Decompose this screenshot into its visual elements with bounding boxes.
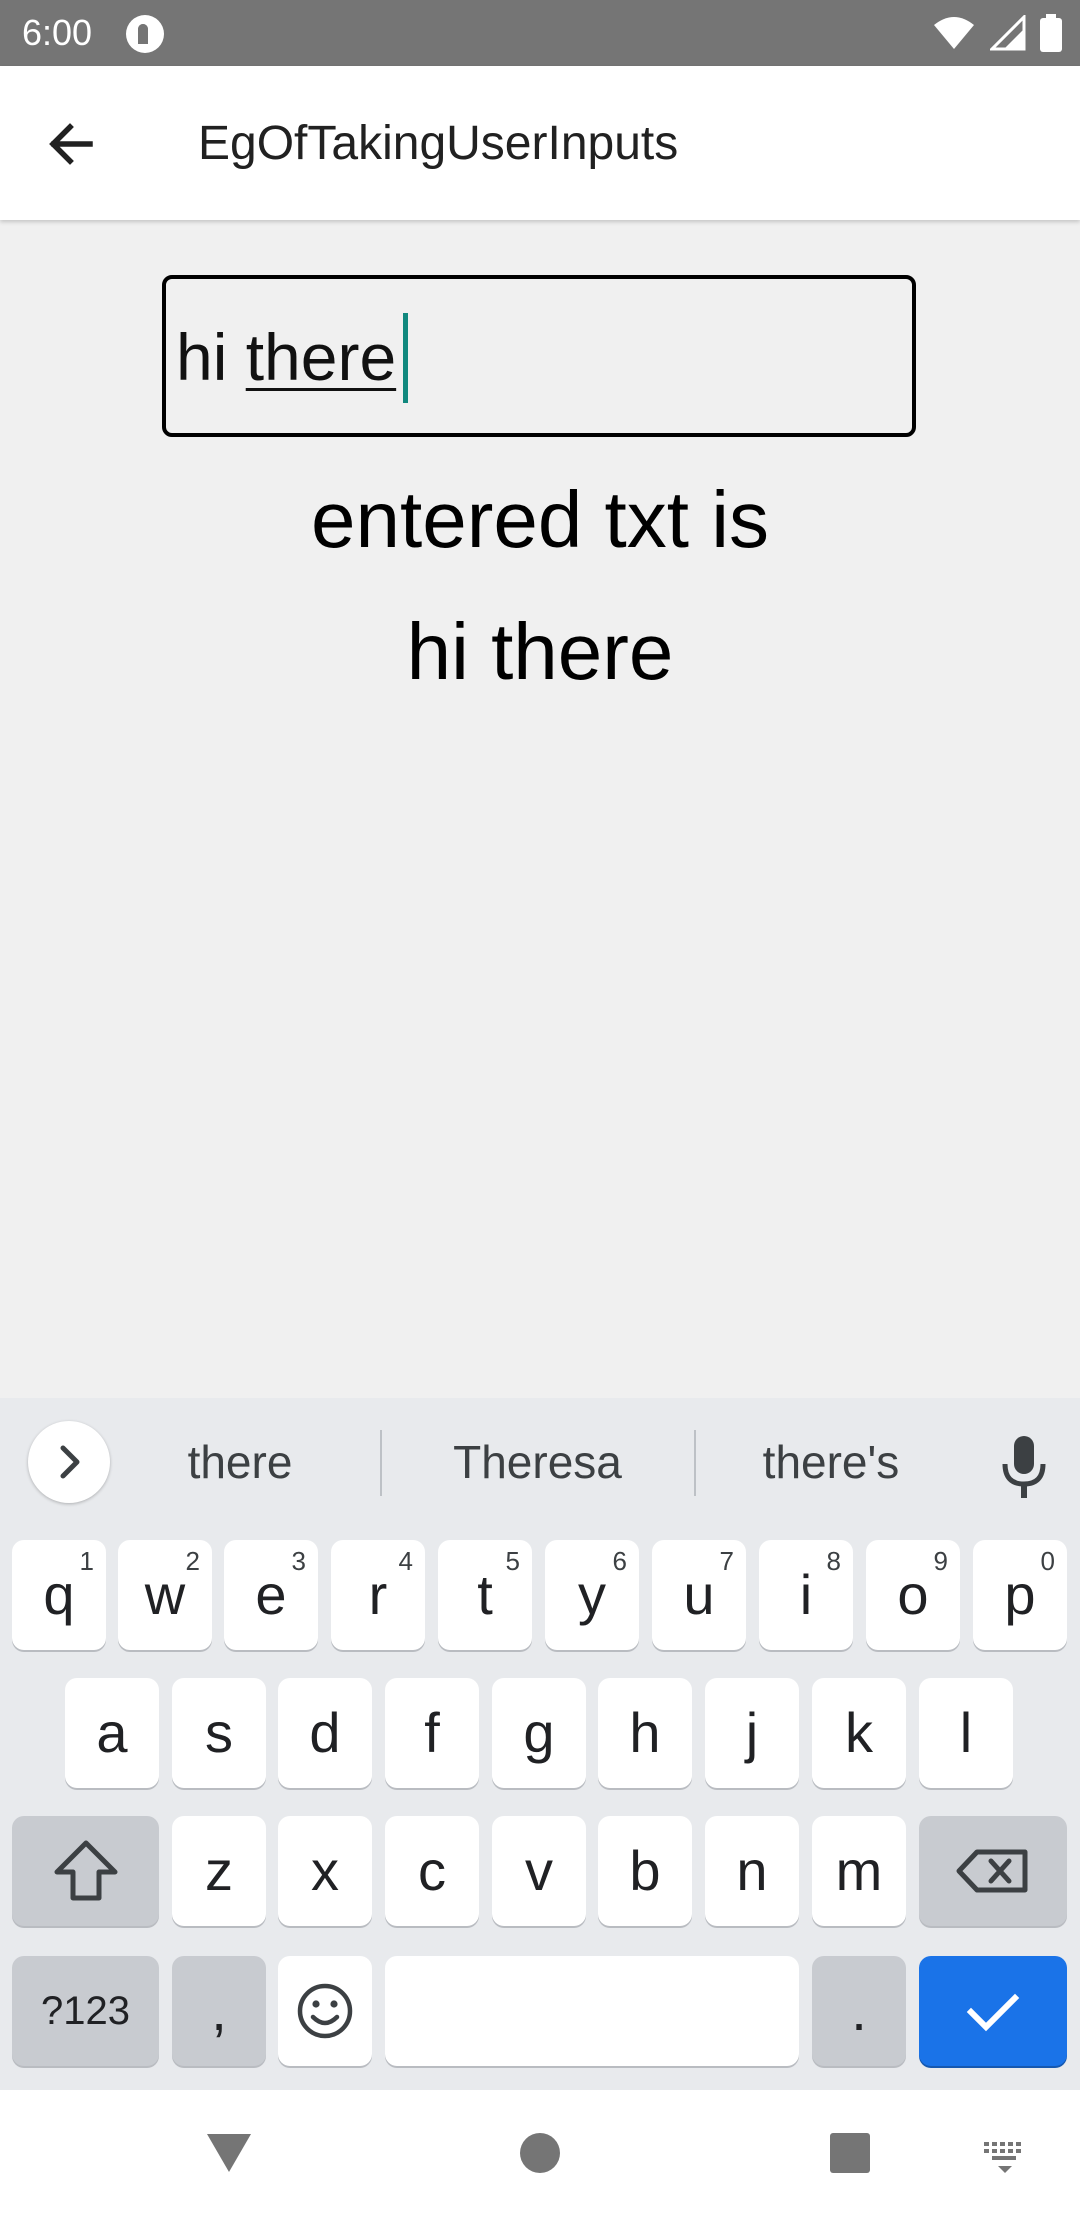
key-r[interactable]: r4 (331, 1540, 425, 1650)
navigation-bar (0, 2090, 1080, 2220)
keyboard-switch-icon[interactable] (982, 2140, 1028, 2176)
entered-text-label: entered txt is (310, 475, 769, 564)
backspace-key[interactable] (919, 1816, 1067, 1926)
chevron-right-icon (60, 1445, 80, 1479)
key-label: y (578, 1563, 606, 1626)
key-hint: 6 (612, 1546, 627, 1576)
suggestion-3[interactable]: there's (726, 1434, 936, 1490)
shift-icon (54, 1840, 117, 1901)
key-hint: 8 (826, 1546, 841, 1576)
key-hint: 5 (505, 1546, 520, 1576)
period-key[interactable]: . (812, 1956, 906, 2066)
key-u[interactable]: u7 (652, 1540, 746, 1650)
key-g[interactable]: g (492, 1678, 586, 1788)
wifi-icon (934, 17, 974, 49)
key-label: u (683, 1563, 715, 1626)
key-i[interactable]: i8 (759, 1540, 853, 1650)
status-time: 6:00 (22, 12, 93, 53)
key-c[interactable]: c (385, 1816, 479, 1926)
key-z[interactable]: z (172, 1816, 266, 1926)
key-q[interactable]: q1 (12, 1540, 106, 1650)
key-hint: 4 (398, 1546, 413, 1576)
battery-icon (1040, 14, 1062, 52)
home-circle-icon[interactable] (519, 2132, 561, 2174)
checkmark-icon (966, 1993, 1020, 2032)
app-title: EgOfTakingUserInputs (198, 117, 679, 170)
key-label: r (368, 1563, 388, 1626)
suggestion-divider (694, 1430, 696, 1496)
text-input[interactable]: hi there (162, 275, 916, 437)
notification-p-icon (126, 15, 164, 53)
backspace-icon (956, 1849, 1028, 1893)
key-b[interactable]: b (598, 1816, 692, 1926)
text-caret (403, 313, 408, 403)
suggestion-expand-button[interactable] (28, 1421, 110, 1503)
key-hint: 2 (185, 1546, 200, 1576)
input-value-composing: there (245, 320, 397, 394)
key-s[interactable]: s (172, 1678, 266, 1788)
symbols-key[interactable]: ?123 (12, 1956, 159, 2066)
key-p[interactable]: p0 (973, 1540, 1067, 1650)
key-label: t (477, 1563, 493, 1626)
key-hint: 7 (719, 1546, 734, 1576)
microphone-icon[interactable] (996, 1432, 1052, 1502)
suggestion-2[interactable]: Theresa (420, 1434, 655, 1490)
key-label: o (897, 1563, 929, 1626)
key-d[interactable]: d (278, 1678, 372, 1788)
recents-square-icon[interactable] (829, 2132, 871, 2174)
key-x[interactable]: x (278, 1816, 372, 1926)
key-e[interactable]: e3 (224, 1540, 318, 1650)
key-n[interactable]: n (705, 1816, 799, 1926)
key-y[interactable]: y6 (545, 1540, 639, 1650)
key-label: w (144, 1563, 186, 1626)
suggestion-strip: there Theresa there's (0, 1398, 1080, 1528)
key-j[interactable]: j (705, 1678, 799, 1788)
key-v[interactable]: v (492, 1816, 586, 1926)
suggestion-divider (380, 1430, 382, 1496)
back-triangle-icon[interactable] (205, 2130, 253, 2176)
emoji-key[interactable] (278, 1956, 372, 2066)
suggestion-1[interactable]: there (130, 1434, 350, 1490)
soft-keyboard: there Theresa there's q1 w2 e3 r4 t5 y6 … (0, 1398, 1080, 2090)
status-bar: 6:00 (0, 0, 1080, 66)
key-o[interactable]: o9 (866, 1540, 960, 1650)
key-label: q (43, 1563, 75, 1626)
key-hint: 9 (933, 1546, 948, 1576)
key-label: i (799, 1563, 813, 1626)
comma-key[interactable]: , (172, 1956, 266, 2066)
space-key[interactable] (385, 1956, 799, 2066)
key-w[interactable]: w2 (118, 1540, 212, 1650)
arrow-back-icon[interactable] (40, 113, 102, 175)
key-label: p (1004, 1563, 1036, 1626)
signal-icon (990, 15, 1026, 51)
shift-key[interactable] (12, 1816, 159, 1926)
key-a[interactable]: a (65, 1678, 159, 1788)
key-hint: 3 (291, 1546, 306, 1576)
key-t[interactable]: t5 (438, 1540, 532, 1650)
key-m[interactable]: m (812, 1816, 906, 1926)
input-value[interactable]: hi there (176, 317, 396, 397)
entered-text-value: hi there (406, 607, 674, 696)
key-l[interactable]: l (919, 1678, 1013, 1788)
emoji-icon (297, 1983, 353, 2039)
key-f[interactable]: f (385, 1678, 479, 1788)
key-k[interactable]: k (812, 1678, 906, 1788)
enter-key[interactable] (919, 1956, 1067, 2066)
key-hint: 1 (79, 1546, 94, 1576)
input-value-prefix: hi (176, 320, 246, 394)
key-h[interactable]: h (598, 1678, 692, 1788)
key-hint: 0 (1040, 1546, 1055, 1576)
key-label: e (255, 1563, 287, 1626)
status-icons (932, 12, 1062, 54)
app-bar: EgOfTakingUserInputs (0, 66, 1080, 220)
